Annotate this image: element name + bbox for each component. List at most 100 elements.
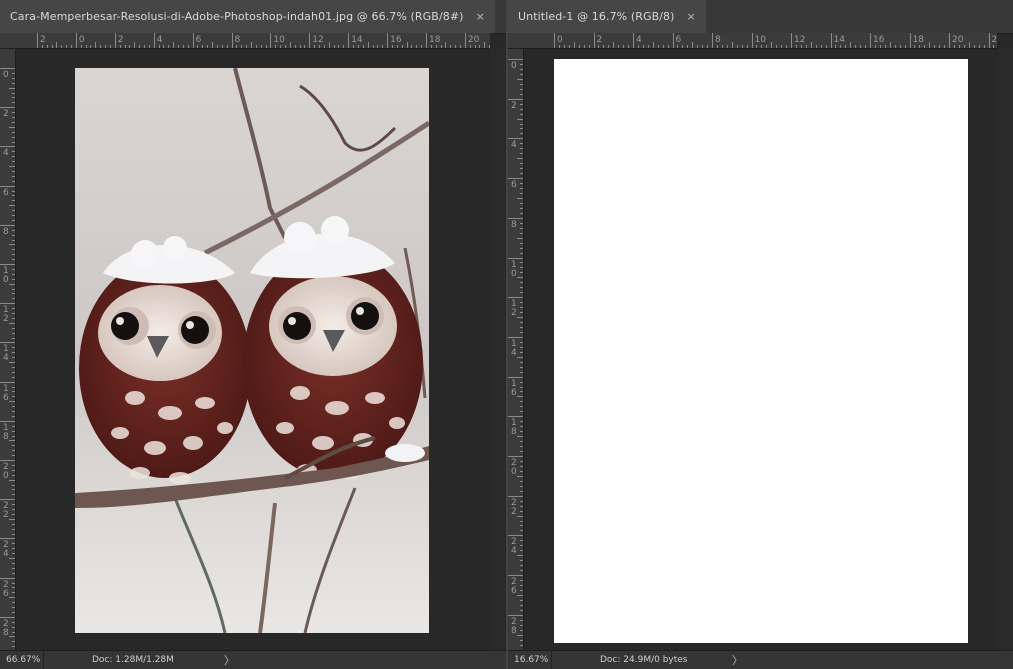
ruler-label: 1 6: [3, 383, 9, 403]
ruler-tick: [275, 45, 277, 48]
ruler-tick: [71, 45, 73, 48]
vertical-ruler[interactable]: 024681 01 21 41 61 82 02 22 42 62 83: [0, 49, 16, 651]
ruler-tick: [520, 490, 523, 492]
ruler-tick: [736, 45, 738, 48]
ruler-tick: [520, 148, 523, 150]
ruler-tick: [520, 629, 523, 631]
status-menu-arrow-icon[interactable]: 〉: [732, 652, 743, 668]
ruler-tick: [855, 45, 857, 48]
ruler-tick: [815, 45, 817, 48]
ruler-tick: [520, 267, 523, 269]
ruler-tick: [520, 133, 523, 135]
ruler-tick: [464, 33, 466, 48]
ruler-tick: [9, 126, 15, 128]
ruler-tick: [583, 45, 585, 48]
ruler-tick: [90, 45, 92, 48]
ruler-tick: [12, 509, 15, 510]
tab-right-document[interactable]: Untitled-1 @ 16.7% (RGB/8) ×: [508, 0, 706, 33]
ruler-tick: [520, 609, 523, 611]
ruler-tick: [520, 202, 523, 204]
zoom-level-field[interactable]: 66.67%: [0, 651, 44, 669]
ruler-tick: [323, 45, 325, 48]
ruler-tick: [721, 45, 723, 48]
ruler-tick: [12, 352, 15, 354]
ruler-tick: [520, 232, 523, 234]
ruler-tick: [109, 45, 111, 48]
ruler-tick: [520, 644, 523, 646]
ruler-tick: [508, 495, 523, 497]
ruler-tick: [377, 45, 379, 48]
ruler-tick: [129, 45, 131, 48]
close-icon[interactable]: ×: [476, 10, 485, 23]
vertical-scrollbar[interactable]: [997, 48, 1013, 651]
document-size-info: Doc: 24.9M/0 bytes: [600, 655, 688, 665]
ruler-tick: [304, 45, 306, 48]
ruler-tick: [484, 42, 486, 48]
ruler-label: 2 6: [511, 577, 517, 597]
status-menu-arrow-icon[interactable]: 〉: [224, 652, 235, 668]
ruler-label: 6: [511, 180, 517, 191]
ruler-tick: [508, 98, 523, 100]
zoom-level-field[interactable]: 16.67%: [508, 651, 552, 669]
ruler-tick: [173, 42, 175, 48]
ruler-tick: [520, 63, 523, 65]
status-bar: 16.67% Doc: 24.9M/0 bytes 〉: [508, 650, 1013, 669]
ruler-tick: [440, 45, 442, 48]
ruler-tick: [520, 307, 523, 309]
ruler-tick: [520, 589, 523, 591]
ruler-label: 10: [273, 35, 285, 45]
ruler-tick: [894, 45, 896, 48]
ruler-tick: [12, 548, 15, 550]
ruler-tick: [0, 460, 15, 461]
ruler-tick: [12, 151, 15, 153]
ruler-label: 4: [3, 148, 9, 159]
ruler-tick: [12, 82, 15, 84]
ruler-tick: [637, 45, 639, 48]
ruler-tick: [914, 45, 916, 48]
ruler-label: 2 8: [511, 616, 517, 636]
horizontal-ruler[interactable]: 2 0 2 4 6 8 10 12 14 16 18 20: [15, 33, 490, 49]
ruler-tick: [835, 45, 837, 48]
ruler-tick: [517, 317, 523, 319]
ruler-tick: [445, 42, 447, 48]
ruler-tick: [9, 87, 15, 89]
ruler-label: 18: [912, 35, 924, 45]
tab-left-document[interactable]: Cara-Memperbesar-Resolusi-di-Adobe-Photo…: [0, 0, 495, 33]
ruler-corner: [508, 33, 524, 49]
close-icon[interactable]: ×: [687, 10, 696, 23]
ruler-tick: [520, 391, 523, 393]
ruler-tick: [289, 42, 291, 48]
ruler-tick: [508, 376, 523, 378]
ruler-tick: [508, 456, 523, 457]
ruler-tick: [958, 45, 960, 48]
ruler-tick: [12, 92, 15, 94]
document-window-left[interactable]: Cara-Memperbesar-Resolusi-di-Adobe-Photo…: [0, 0, 506, 669]
ruler-tick: [119, 45, 121, 48]
ruler-tick: [919, 45, 921, 48]
ruler-tick: [114, 33, 116, 48]
ruler-tick: [12, 117, 15, 118]
ruler-tick: [12, 464, 15, 466]
ruler-tick: [100, 45, 102, 48]
ruler-tick: [12, 332, 15, 334]
ruler-tick: [517, 197, 523, 199]
horizontal-ruler[interactable]: 0 2 4 6 8 10 12 14 16 18 20 2: [523, 33, 997, 49]
ruler-tick: [781, 45, 783, 48]
vertical-scrollbar[interactable]: [490, 48, 506, 651]
ruler-tick: [761, 45, 763, 48]
vertical-ruler[interactable]: 0 2 4 6 8 1 0 1 2 1 4 1 6 1 8 2 0 2 2 2 4 2 6 2 8: [508, 49, 524, 651]
ruler-tick: [406, 42, 408, 48]
document-window-right[interactable]: Untitled-1 @ 16.7% (RGB/8) × 0 2 4 6 8 10 12 14…: [508, 0, 1013, 669]
ruler-tick: [12, 161, 15, 163]
ruler-tick: [12, 607, 15, 608]
tab-title: Cara-Memperbesar-Resolusi-di-Adobe-Photo…: [10, 10, 464, 23]
ruler-tick: [508, 416, 523, 418]
ruler-tick: [860, 45, 862, 48]
ruler-tick: [95, 42, 97, 48]
ruler-tick: [12, 273, 15, 275]
ruler-tick: [520, 207, 523, 209]
ruler-tick: [682, 45, 684, 48]
ruler-tick: [884, 45, 886, 48]
ruler-tick: [75, 33, 77, 48]
ruler-tick: [746, 45, 748, 48]
